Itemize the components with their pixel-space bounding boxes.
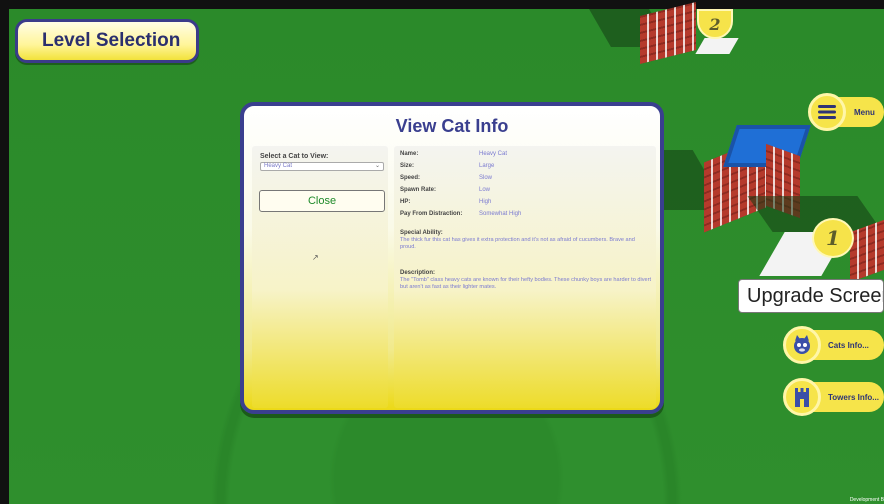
stat-row-spawn-rate: Spawn Rate: Low xyxy=(400,187,490,193)
description-text: The "Tomb" class heavy cats are known fo… xyxy=(400,277,652,290)
upgrade-screen-button[interactable]: Upgrade Screen xyxy=(738,279,884,313)
window-top-border xyxy=(0,0,884,9)
mouse-cursor-icon: ↗ xyxy=(312,253,319,262)
menu-label: Menu xyxy=(854,107,875,117)
close-label: Close xyxy=(307,195,337,207)
stat-value: High xyxy=(479,199,492,205)
stat-label: Size: xyxy=(400,163,415,169)
description-title: Description: xyxy=(400,270,436,276)
cat-select-dropdown[interactable]: Heavy Cat ⌄ xyxy=(260,162,384,171)
stat-row-name: Name: Heavy Cat xyxy=(400,151,507,157)
select-cat-label: Select a Cat to View: xyxy=(260,153,329,160)
stat-label: Name: xyxy=(400,151,419,157)
level-selection-label: Level Selection xyxy=(42,30,181,51)
cat-select-panel: Select a Cat to View: Heavy Cat ⌄ Close … xyxy=(252,146,388,408)
upgrade-screen-label: Upgrade Screen xyxy=(747,285,884,307)
stat-row-size: Size: Large xyxy=(400,163,494,169)
level-2-number: 2 xyxy=(709,14,721,34)
cat-info-panel: Name: Heavy Cat Size: Large Speed: Slow Spa… xyxy=(394,146,656,408)
stat-row-pay: Pay From Distraction: Somewhat High xyxy=(400,211,521,217)
stat-label: Spawn Rate: xyxy=(400,187,437,193)
close-button[interactable]: Close xyxy=(259,190,385,212)
dialog-title: View Cat Info xyxy=(395,116,509,136)
level-1-pin[interactable]: 1 xyxy=(812,218,854,258)
window-left-border xyxy=(0,0,9,504)
level-selection-button[interactable]: Level Selection xyxy=(15,19,199,63)
tower-icon[interactable] xyxy=(783,378,821,416)
stat-row-speed: Speed: Slow xyxy=(400,175,492,181)
special-ability-title: Special Ability: xyxy=(400,230,443,236)
development-build-label: Development B xyxy=(849,497,884,503)
stat-label: HP: xyxy=(400,199,411,205)
stat-value: Heavy Cat xyxy=(479,151,508,157)
view-cat-info-dialog: View Cat Info Select a Cat to View: Heav… xyxy=(240,102,664,414)
stat-value: Large xyxy=(479,163,495,169)
stat-label: Pay From Distraction: xyxy=(400,211,463,217)
stat-value: Slow xyxy=(479,175,493,181)
level-1-number: 1 xyxy=(826,226,840,250)
stat-label: Speed: xyxy=(400,175,421,181)
towers-info-label: Towers Info... xyxy=(828,392,879,402)
stat-value: Somewhat High xyxy=(479,211,522,217)
hamburger-menu-icon[interactable] xyxy=(808,93,846,131)
special-ability-text: The thick fur this cat has gives it extr… xyxy=(400,237,635,250)
selected-cat-value: Heavy Cat xyxy=(264,163,293,169)
stat-row-hp: HP: High xyxy=(400,199,491,205)
chevron-down-icon: ⌄ xyxy=(374,163,380,169)
cats-info-label: Cats Info... xyxy=(828,340,869,350)
stat-value: Low xyxy=(479,187,491,193)
cat-face-icon[interactable] xyxy=(783,326,821,364)
